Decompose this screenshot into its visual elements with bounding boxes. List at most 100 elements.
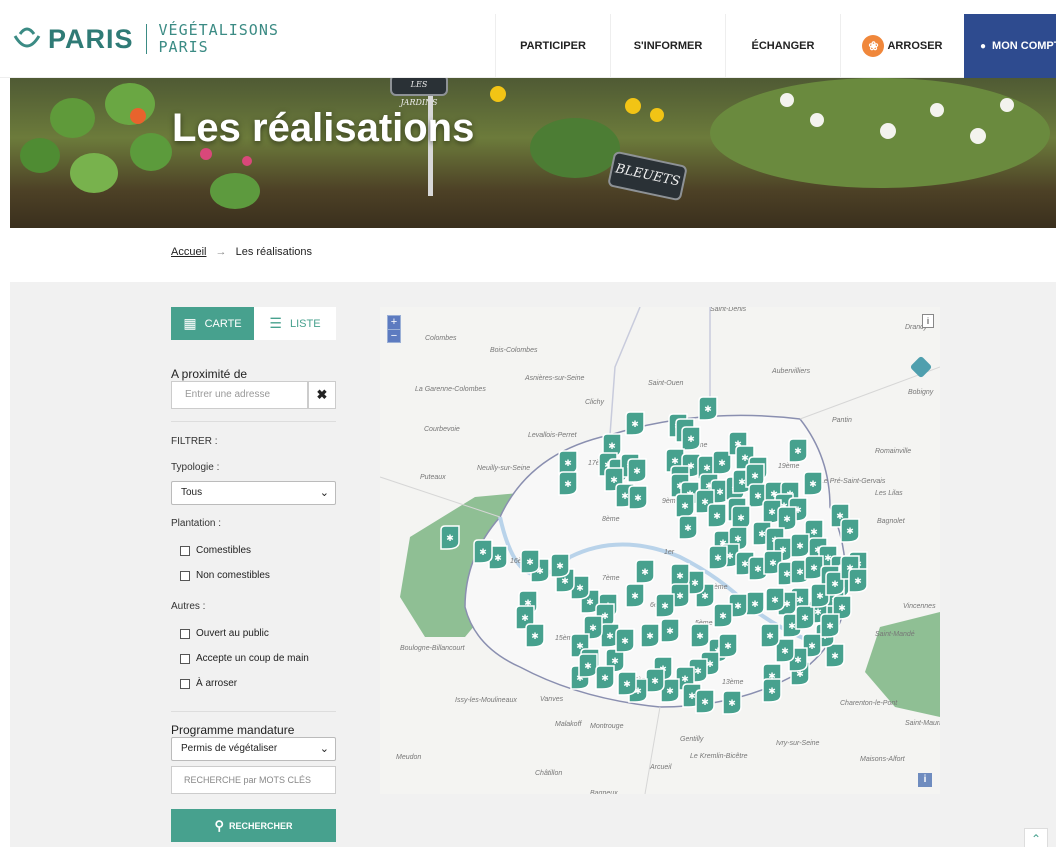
map-marker[interactable]: ✱	[550, 553, 570, 578]
checkbox-coup-de-main[interactable]: Accepte un coup de main	[180, 653, 309, 664]
view-liste-button[interactable]: ☰ LISTE	[254, 307, 336, 340]
hero-decor	[130, 108, 146, 124]
keyword-input[interactable]: RECHERCHE par MOTS CLÉS	[171, 766, 336, 794]
checkbox-ouvert-public[interactable]: Ouvert au public	[180, 628, 269, 639]
map-marker[interactable]: ✱	[617, 671, 637, 696]
map-marker[interactable]: ✱	[660, 618, 680, 643]
map-marker[interactable]: ✱	[640, 623, 660, 648]
svg-text:✱: ✱	[621, 637, 629, 647]
svg-text:✱: ✱	[716, 488, 724, 498]
nav-mon-compte[interactable]: ● MON COMPTE	[964, 14, 1056, 78]
map-marker[interactable]: ✱	[645, 668, 665, 693]
map-marker[interactable]: ✱	[718, 633, 738, 658]
map-marker[interactable]: ✱	[745, 591, 765, 616]
checkbox-box[interactable]	[180, 570, 190, 581]
address-input[interactable]: Entrer une adresse	[171, 381, 308, 409]
sign-bleuets: BLEUETS	[607, 150, 688, 202]
svg-text:✱: ✱	[788, 622, 796, 632]
nav-participer[interactable]: PARTICIPER	[495, 14, 610, 78]
clear-address-button[interactable]: ✖	[308, 381, 336, 409]
checkbox-box[interactable]	[180, 678, 190, 689]
svg-text:✱: ✱	[601, 674, 609, 684]
checkbox-non-comestibles[interactable]: Non comestibles	[180, 570, 270, 581]
map-marker[interactable]: ✱	[762, 678, 782, 703]
map-marker[interactable]: ✱	[777, 506, 797, 531]
map-marker[interactable]: ✱	[578, 653, 598, 678]
map-marker[interactable]: ✱	[655, 593, 675, 618]
map-canvas[interactable]: Colombes Bois-Colombes Asnières-sur-Seine S…	[380, 307, 940, 794]
checkbox-label: À arroser	[196, 678, 238, 689]
nav-echanger[interactable]: ÉCHANGER	[725, 14, 840, 78]
map-marker[interactable]: ✱	[848, 568, 868, 593]
nav-arroser[interactable]: ❀ ARROSER	[840, 14, 964, 78]
map-marker[interactable]: ✱	[595, 665, 615, 690]
map-marker[interactable]: ✱	[795, 605, 815, 630]
typologie-select[interactable]: Tous ⌄	[171, 481, 336, 505]
map-place-label: Neuilly-sur-Seine	[477, 465, 530, 472]
map-marker[interactable]: ✱	[473, 539, 493, 564]
map-marker[interactable]: ✱	[525, 623, 545, 648]
checkbox-comestibles[interactable]: Comestibles	[180, 545, 251, 556]
map-marker[interactable]: ✱	[760, 623, 780, 648]
checkbox-a-arroser[interactable]: À arroser	[180, 678, 237, 689]
map-place-label: Saint-Maurice	[905, 720, 940, 727]
svg-text:✱: ✱	[687, 435, 695, 445]
map-place-label: Clichy	[585, 399, 605, 406]
checkbox-box[interactable]	[180, 545, 190, 556]
map-marker[interactable]: ✱	[803, 471, 823, 496]
zoom-in-button[interactable]: +	[388, 316, 400, 329]
map-marker[interactable]: ✱	[628, 485, 648, 510]
svg-text:✱: ✱	[703, 464, 711, 474]
map-marker[interactable]: ✱	[681, 426, 701, 451]
map-marker[interactable]: ✱	[675, 493, 695, 518]
programme-select[interactable]: Permis de végétaliser ⌄	[171, 737, 336, 761]
zoom-out-button[interactable]: −	[388, 329, 400, 342]
search-button[interactable]: ⚲ RECHERCHER	[171, 809, 336, 842]
map-marker[interactable]: ✱	[558, 471, 578, 496]
paris-logo[interactable]: PARIS VÉGÉTALISONS PARIS	[12, 22, 279, 56]
map-info-bottom-button[interactable]: i	[918, 773, 932, 787]
checkbox-box[interactable]	[180, 628, 190, 639]
map-marker[interactable]: ✱	[615, 628, 635, 653]
map-marker[interactable]: ✱	[627, 458, 647, 483]
map-marker[interactable]: ✱	[708, 545, 728, 570]
map-marker[interactable]: ✱	[790, 533, 810, 558]
map-marker[interactable]: ✱	[713, 603, 733, 628]
map-marker[interactable]: ✱	[625, 411, 645, 436]
map-marker[interactable]: ✱	[690, 623, 710, 648]
svg-text:✱: ✱	[564, 480, 572, 490]
map-marker[interactable]: ✱	[678, 515, 698, 540]
checkbox-box[interactable]	[180, 653, 190, 664]
map-place-label: Les Lilas	[875, 490, 903, 497]
map-place-label: Châtillon	[535, 770, 562, 777]
map-marker[interactable]: ✱	[840, 518, 860, 543]
map-marker[interactable]: ✱	[695, 689, 715, 714]
map-marker[interactable]: ✱	[698, 396, 718, 421]
svg-text:✱: ✱	[768, 687, 776, 697]
map-marker[interactable]: ✱	[788, 438, 808, 463]
svg-text:✱: ✱	[846, 527, 854, 537]
svg-text:✱: ✱	[701, 592, 709, 602]
map-marker[interactable]: ✱	[765, 587, 785, 612]
map-marker[interactable]: ✱	[520, 549, 540, 574]
map-marker[interactable]: ✱	[722, 690, 742, 715]
map-marker[interactable]: ✱	[820, 613, 840, 638]
map-marker[interactable]: ✱	[440, 525, 460, 550]
hero-decor	[210, 173, 260, 209]
map-marker[interactable]: ✱	[731, 505, 751, 530]
map-marker[interactable]: ✱	[635, 559, 655, 584]
map-info-top-button[interactable]: i	[922, 314, 934, 328]
nav-sinformer[interactable]: S'INFORMER	[610, 14, 725, 78]
breadcrumb-home[interactable]: Accueil	[171, 246, 206, 258]
map-marker[interactable]: ✱	[707, 503, 727, 528]
map-marker[interactable]: ✱	[825, 643, 845, 668]
map-marker[interactable]: ✱	[625, 583, 645, 608]
scroll-top-button[interactable]: ⌃	[1024, 828, 1048, 847]
watering-can-icon: ❀	[862, 35, 885, 57]
svg-text:✱: ✱	[738, 478, 746, 488]
road	[644, 706, 661, 794]
map-place-label: 1er	[664, 549, 675, 556]
view-carte-button[interactable]: ▦ CARTE	[171, 307, 254, 340]
map[interactable]: Colombes Bois-Colombes Asnières-sur-Seine S…	[380, 307, 940, 794]
map-marker[interactable]: ✱	[558, 450, 578, 475]
